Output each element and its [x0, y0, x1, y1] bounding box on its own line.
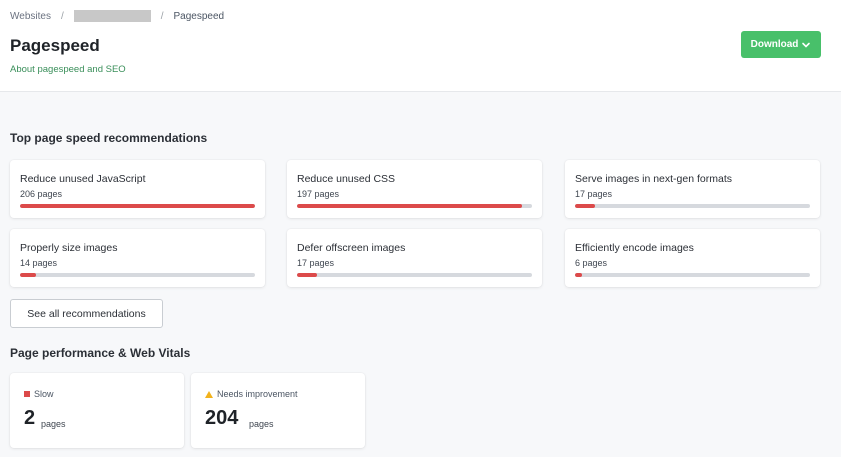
recommendation-progress-track: [297, 273, 532, 277]
breadcrumb-separator: /: [160, 10, 164, 22]
recommendation-progress-fill: [20, 273, 36, 277]
about-pagespeed-link[interactable]: About pagespeed and SEO: [10, 64, 126, 75]
recommendation-count: 17 pages: [575, 189, 613, 199]
recommendation-progress-track: [20, 273, 255, 277]
recommendation-progress-track: [575, 273, 810, 277]
vital-card-slow[interactable]: Slow 2 pages: [10, 373, 184, 448]
see-all-recommendations-button[interactable]: See all recommendations: [10, 299, 163, 328]
recommendation-card[interactable]: Efficiently encode images 6 pages: [565, 229, 820, 287]
recommendation-progress-fill: [575, 204, 595, 208]
download-label: Download: [750, 39, 799, 50]
recommendation-title: Efficiently encode images: [575, 242, 694, 254]
vital-label-text: Needs improvement: [217, 389, 298, 399]
vital-value: 2: [24, 407, 36, 429]
recommendation-title: Reduce unused CSS: [297, 173, 396, 185]
download-button[interactable]: Download: [741, 31, 821, 58]
recommendation-card[interactable]: Defer offscreen images 17 pages: [287, 229, 542, 287]
recommendation-title: Properly size images: [20, 242, 118, 254]
recommendation-progress-fill: [20, 204, 255, 208]
vital-unit: pages: [41, 419, 66, 429]
vitals-section-title: Page performance & Web Vitals: [10, 346, 191, 360]
recommendation-count: 206 pages: [20, 189, 63, 199]
page-header: Websites / / Pagespeed Pagespeed About p…: [0, 0, 841, 92]
recommendation-count: 6 pages: [575, 258, 608, 268]
warning-triangle-icon: [205, 390, 213, 398]
recommendation-card[interactable]: Serve images in next-gen formats 17 page…: [565, 160, 820, 218]
recommendation-count: 14 pages: [20, 258, 58, 268]
vital-label-text: Slow: [34, 389, 54, 399]
breadcrumb-websites-link[interactable]: Websites: [10, 11, 51, 22]
vital-label: Needs improvement: [205, 389, 298, 399]
redacted-site-name[interactable]: [73, 10, 151, 22]
chevron-down-icon: [802, 42, 811, 48]
red-square-icon: [24, 391, 30, 397]
recommendations-section-title: Top page speed recommendations: [10, 131, 208, 145]
recommendation-progress-track: [20, 204, 255, 208]
recommendation-card[interactable]: Reduce unused CSS 197 pages: [287, 160, 542, 218]
recommendation-progress-track: [297, 204, 532, 208]
vital-value: 204: [205, 407, 239, 429]
breadcrumb: Websites / / Pagespeed: [10, 10, 224, 22]
breadcrumb-current: Pagespeed: [173, 10, 225, 22]
vital-card-needs-improvement[interactable]: Needs improvement 204 pages: [191, 373, 365, 448]
recommendation-progress-fill: [297, 273, 317, 277]
recommendation-card[interactable]: Properly size images 14 pages: [10, 229, 265, 287]
recommendation-count: 17 pages: [297, 258, 335, 268]
recommendation-title: Defer offscreen images: [297, 242, 406, 254]
recommendation-title: Reduce unused JavaScript: [20, 173, 146, 185]
breadcrumb-separator: /: [60, 10, 64, 22]
recommendation-count: 197 pages: [297, 189, 340, 199]
vital-unit: pages: [249, 419, 274, 429]
recommendation-progress-fill: [297, 204, 522, 208]
recommendation-progress-track: [575, 204, 810, 208]
recommendation-card[interactable]: Reduce unused JavaScript 206 pages: [10, 160, 265, 218]
page-title: Pagespeed: [10, 36, 100, 55]
vital-label: Slow: [24, 389, 54, 399]
recommendation-title: Serve images in next-gen formats: [575, 173, 732, 185]
recommendation-progress-fill: [575, 273, 582, 277]
